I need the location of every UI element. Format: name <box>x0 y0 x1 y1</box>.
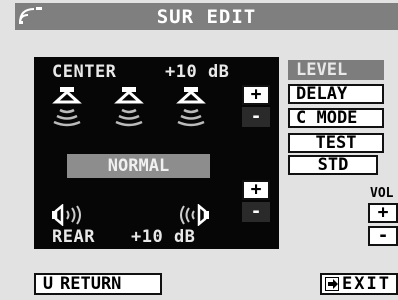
page-title: SUR EDIT <box>156 6 257 28</box>
rear-value: +10 dB <box>131 227 196 247</box>
volume-plus-button[interactable]: + <box>368 203 398 223</box>
rear-speaker-left-icon <box>52 204 81 226</box>
rear-minus-button[interactable]: - <box>242 202 270 222</box>
center-speaker-left-icon <box>52 87 82 127</box>
menu-delay-button[interactable]: DELAY <box>288 84 384 104</box>
rear-speaker-right-icon <box>180 204 209 226</box>
rear-label: REAR <box>52 227 95 247</box>
return-arrow-icon: U <box>42 274 54 294</box>
center-speaker-right-icon <box>176 87 206 127</box>
exit-button[interactable]: EXIT <box>320 273 398 295</box>
return-button[interactable]: U RETURN <box>34 273 162 295</box>
menu-std-button[interactable]: STD <box>288 155 378 175</box>
return-label: RETURN <box>60 274 122 294</box>
sur-edit-screen: SUR EDIT CENTER +10 dB NORMAL REAR +10 d… <box>0 0 398 300</box>
header-bar: SUR EDIT <box>15 3 398 30</box>
volume-label: VOL <box>370 186 394 201</box>
center-mode-display: NORMAL <box>67 154 210 178</box>
center-plus-button[interactable]: + <box>242 85 270 105</box>
center-label: CENTER <box>52 62 117 82</box>
volume-minus-button[interactable]: - <box>368 226 398 246</box>
menu-level-button[interactable]: LEVEL <box>288 60 384 80</box>
exit-arrow-icon <box>325 277 339 291</box>
exit-label: EXIT <box>342 274 391 294</box>
center-minus-button[interactable]: - <box>242 107 270 127</box>
center-value: +10 dB <box>165 62 230 82</box>
rear-plus-button[interactable]: + <box>242 180 270 200</box>
center-speaker-mid-icon <box>114 87 144 127</box>
menu-c-mode-button[interactable]: C MODE <box>288 108 384 128</box>
menu-test-button[interactable]: TEST <box>288 133 384 153</box>
